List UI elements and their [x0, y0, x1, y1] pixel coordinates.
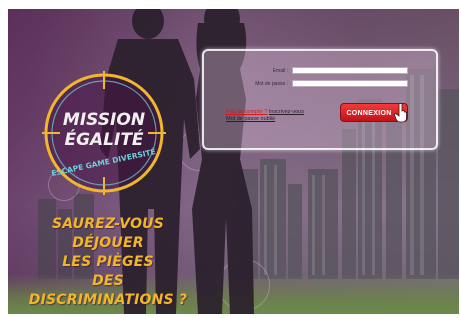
logo-title-line2: ÉGALITÉ [64, 128, 143, 150]
hand-pointer-icon [394, 103, 407, 123]
mission-egalite-logo: MISSION ÉGALITÉ ESCAPE GAME DIVERSITÉ [42, 71, 166, 195]
tagline-line1: SAUREZ-VOUS DÉJOUER [51, 216, 165, 251]
account-links: Pas de compte ? Inscrivez-vous Mot de pa… [226, 109, 336, 123]
logo-title-line1: MISSION [63, 110, 145, 130]
no-account-text: Pas de compte ? [226, 109, 268, 115]
email-field[interactable] [292, 67, 408, 74]
forgot-password-link[interactable]: Mot de passe oublié [226, 116, 275, 122]
tagline-line3: DES DISCRIMINATIONS ? [28, 273, 188, 308]
password-label: Mot de passe : [255, 81, 288, 87]
splash-screen: MISSION ÉGALITÉ ESCAPE GAME DIVERSITÉ SA… [8, 9, 459, 314]
email-label: Email : [272, 68, 288, 74]
password-field[interactable] [292, 80, 408, 87]
tagline: SAUREZ-VOUS DÉJOUER LES PIÈGES DES DISCR… [18, 215, 198, 310]
register-link[interactable]: Inscrivez-vous [269, 109, 304, 115]
login-panel: Email : Mot de passe : Pas de compte ? I… [202, 49, 438, 150]
tagline-line2: LES PIÈGES [62, 254, 154, 270]
